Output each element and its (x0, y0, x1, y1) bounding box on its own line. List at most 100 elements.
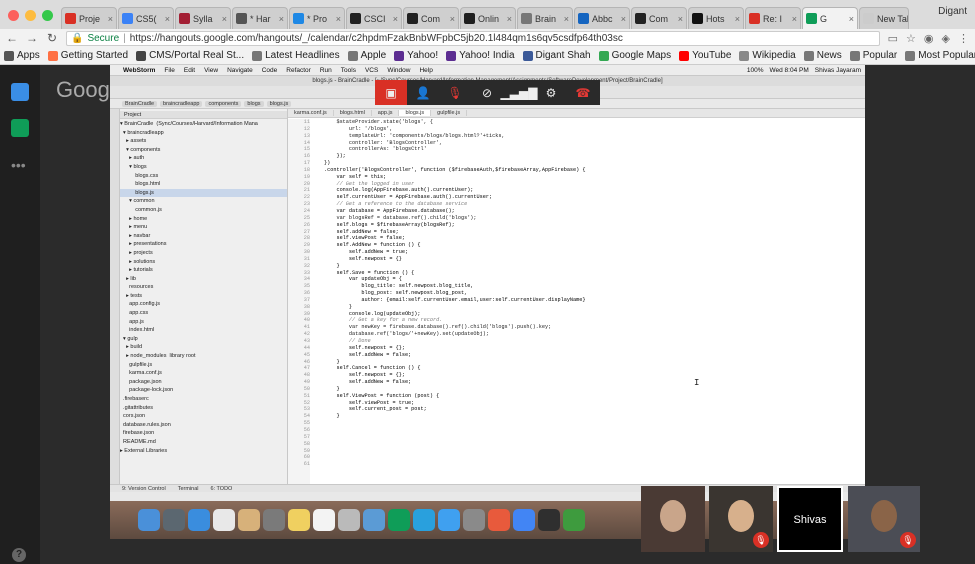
tree-item[interactable]: cors.json (120, 412, 287, 421)
screenshare-icon[interactable] (11, 119, 29, 137)
tree-item[interactable]: index.html (120, 326, 287, 335)
dock-app-icon[interactable] (488, 509, 510, 531)
menu-item[interactable]: Code (262, 67, 278, 74)
code-editor[interactable]: karma.conf.js blogs.html app.js blogs.js gul… (288, 109, 865, 484)
tree-item[interactable]: .firebaserc (120, 395, 287, 404)
tree-item[interactable]: package-lock.json (120, 386, 287, 395)
tree-item[interactable]: app.css (120, 309, 287, 318)
bookmark-item[interactable]: Yahoo! (394, 50, 438, 61)
dock-app-icon[interactable] (388, 509, 410, 531)
editor-tab[interactable]: gulpfile.js (431, 110, 468, 116)
tab-close-icon[interactable]: × (222, 14, 227, 24)
editor-tab[interactable]: blogs.js (399, 110, 432, 116)
bookmark-item[interactable]: News (803, 50, 842, 61)
browser-tab[interactable]: CS5(× (118, 7, 174, 29)
camera-button[interactable]: ⊘ (471, 80, 503, 105)
tab-close-icon[interactable]: × (336, 14, 341, 24)
dock-app-icon[interactable] (463, 509, 485, 531)
dock-app-icon[interactable] (188, 509, 210, 531)
hangup-button[interactable]: ☎ (567, 80, 599, 105)
tree-item[interactable]: app.config.js (120, 300, 287, 309)
back-icon[interactable]: ← (6, 31, 18, 45)
participant-thumbnail[interactable]: Shivas (777, 486, 843, 552)
tree-item[interactable]: ▸ build (120, 343, 287, 352)
tab-close-icon[interactable]: × (678, 14, 683, 24)
browser-tab[interactable]: New Tab× (859, 7, 909, 29)
bottom-tool-tab[interactable]: 9: Version Control (122, 486, 166, 492)
browser-tab[interactable]: * Har × (232, 7, 288, 29)
tab-close-icon[interactable]: × (621, 14, 626, 24)
menu-item[interactable]: WebStorm (123, 67, 155, 74)
breadcrumb-item[interactable]: components (205, 100, 242, 107)
zoom-window-button[interactable] (42, 10, 53, 21)
dock-app-icon[interactable] (413, 509, 435, 531)
breadcrumb-item[interactable]: blogs (244, 100, 264, 107)
extension-icon[interactable]: ◉ (924, 32, 934, 45)
tree-item[interactable]: ▸ menu (120, 223, 287, 232)
menu-item[interactable]: Refactor (286, 67, 311, 74)
tree-item[interactable]: blogs.html (120, 180, 287, 189)
tree-item[interactable]: ▸ solutions (120, 258, 287, 267)
menu-item[interactable]: Edit (184, 67, 195, 74)
menu-item[interactable]: Help (419, 67, 432, 74)
tree-item[interactable]: karma.conf.js (120, 369, 287, 378)
tree-item[interactable]: ▸ tests (120, 292, 287, 301)
bookmark-item[interactable]: Apps (4, 50, 40, 61)
participant-thumbnail[interactable]: 🎙 (709, 486, 773, 552)
menu-item[interactable]: File (164, 67, 174, 74)
participants-button[interactable]: 👤 (407, 80, 439, 105)
bookmark-item[interactable]: Wikipedia (739, 50, 796, 61)
bookmark-item[interactable]: Yahoo! India (446, 50, 515, 61)
profile-button[interactable]: Digant (938, 6, 967, 17)
browser-tab[interactable]: Hots × (688, 7, 744, 29)
tab-close-icon[interactable]: × (165, 14, 170, 24)
browser-tab[interactable]: Re: I × (745, 7, 801, 29)
tree-item[interactable]: .gitattributes (120, 404, 287, 413)
bookmark-item[interactable]: Popular (849, 50, 897, 61)
help-icon[interactable]: ? (12, 548, 26, 562)
signal-button[interactable]: ▁▃▅▇ (501, 80, 538, 105)
browser-tab[interactable]: Abbc × (574, 7, 630, 29)
tree-item[interactable]: blogs.js (120, 188, 287, 198)
forward-icon[interactable]: → (26, 31, 38, 45)
tree-item[interactable]: ▸ assets (120, 137, 287, 146)
tree-item[interactable]: ▸ presentations (120, 240, 287, 249)
browser-tab[interactable]: CSCI × (346, 7, 402, 29)
tree-item[interactable]: blogs.css (120, 172, 287, 181)
bottom-tool-tab[interactable]: 6: TODO (211, 486, 233, 492)
tree-item[interactable]: ▸ navbar (120, 232, 287, 241)
tree-item[interactable]: ▸ projects (120, 249, 287, 258)
browser-tab[interactable]: Com × (403, 7, 459, 29)
participant-thumbnail[interactable] (641, 486, 705, 552)
tree-item[interactable]: database.rules.json (120, 421, 287, 430)
dock-app-icon[interactable] (263, 509, 285, 531)
tab-close-icon[interactable]: × (735, 14, 740, 24)
dock-app-icon[interactable] (238, 509, 260, 531)
close-window-button[interactable] (8, 10, 19, 21)
tab-close-icon[interactable]: × (393, 14, 398, 24)
bookmark-item[interactable]: Digant Shah (522, 50, 591, 61)
tree-item[interactable]: common.js (120, 206, 287, 215)
tree-item[interactable]: README.md (120, 438, 287, 447)
bookmark-item[interactable]: Google Maps (598, 50, 671, 61)
browser-tab[interactable]: * Pro × (289, 7, 345, 29)
minimize-window-button[interactable] (25, 10, 36, 21)
browser-tab[interactable]: Sylla × (175, 7, 231, 29)
tree-item[interactable]: ▾ BrainCradle (Sync/Courses/Harvard/Info… (120, 120, 287, 129)
editor-tab[interactable]: karma.conf.js (288, 110, 334, 116)
menu-icon[interactable]: ⋮ (958, 32, 969, 45)
bookmark-item[interactable]: CMS/Portal Real St... (136, 50, 244, 61)
tab-close-icon[interactable]: × (279, 14, 284, 24)
dock-app-icon[interactable] (213, 509, 235, 531)
bookmark-item[interactable]: Most Popular Items... (905, 50, 975, 61)
menu-item[interactable]: Run (320, 67, 332, 74)
dock-app-icon[interactable] (363, 509, 385, 531)
tree-item[interactable]: firebase.json (120, 429, 287, 438)
tree-item[interactable]: ▾ common (120, 197, 287, 206)
tree-item[interactable]: resources (120, 283, 287, 292)
dock-app-icon[interactable] (513, 509, 535, 531)
dock-app-icon[interactable] (438, 509, 460, 531)
mic-button[interactable]: 🎙 (439, 80, 471, 105)
dock-app-icon[interactable] (138, 509, 160, 531)
tree-item[interactable]: ▸ node_modules library root (120, 352, 287, 361)
